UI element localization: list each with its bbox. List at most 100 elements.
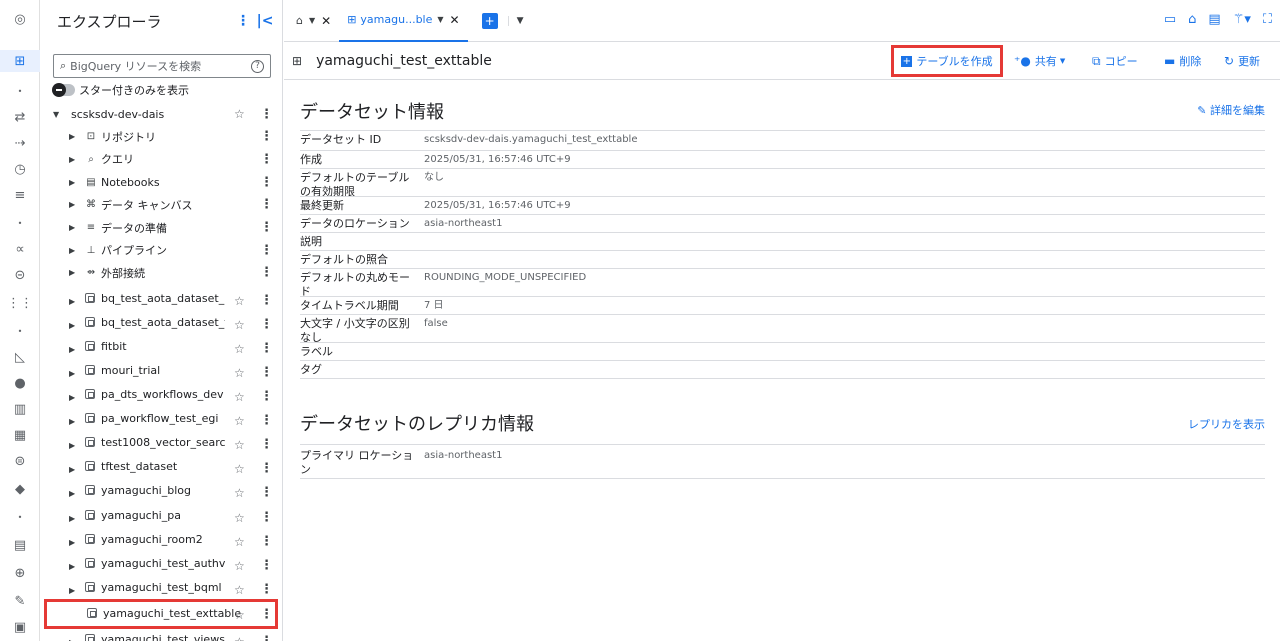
star-icon[interactable]: ☆: [234, 438, 245, 452]
chevron-right-icon[interactable]: ▶: [69, 514, 75, 523]
fullscreen-icon[interactable]: ⛶: [1263, 12, 1272, 27]
capacity-nav-icon[interactable]: ▥: [0, 398, 40, 420]
tree-item[interactable]: ▶ ⇴ 外部接続 ⋮: [41, 262, 283, 284]
pipelines-nav-icon[interactable]: ⇢: [0, 132, 40, 154]
chevron-right-icon[interactable]: ▶: [69, 417, 75, 426]
star-icon[interactable]: ☆: [234, 535, 245, 549]
monitoring-nav-icon[interactable]: ◺: [0, 346, 40, 368]
star-icon[interactable]: ☆: [234, 608, 245, 622]
more-icon[interactable]: ⋮: [260, 265, 273, 280]
more-icon[interactable]: ⋮: [260, 558, 273, 573]
chevron-right-icon[interactable]: ▶: [69, 538, 75, 547]
close-icon[interactable]: ✕: [450, 13, 460, 27]
magic-wand-icon[interactable]: ⚚▾: [1233, 12, 1251, 27]
more-icon[interactable]: ⋮: [260, 365, 273, 380]
dataset-row[interactable]: ▶ yamaguchi_room2 ☆ ⋮: [41, 529, 283, 551]
add-tab-button[interactable]: +: [481, 12, 498, 29]
dataset-row[interactable]: ▶ yamaguchi_test_authvi... ☆ ⋮: [41, 553, 283, 575]
delete-button[interactable]: ▬ 削除: [1164, 42, 1201, 80]
star-icon[interactable]: ☆: [234, 342, 245, 356]
selected-table-row[interactable]: yamaguchi_test_exttable ☆ ⋮: [44, 598, 278, 629]
explorer-more-icon[interactable]: ⋮: [232, 13, 254, 29]
chevron-down-icon[interactable]: ▼: [309, 16, 315, 25]
star-icon[interactable]: ☆: [234, 366, 245, 380]
more-icon[interactable]: ⋮: [260, 607, 273, 622]
dataset-row[interactable]: ▶ bq_test_aota_dataset_t... ☆ ⋮: [41, 312, 283, 334]
chevron-right-icon[interactable]: ▶: [69, 465, 75, 474]
star-icon[interactable]: ☆: [234, 511, 245, 525]
dataset-row[interactable]: ▶ tftest_dataset ☆ ⋮: [41, 456, 283, 478]
more-icon[interactable]: ⋮: [260, 152, 273, 167]
dataset-row[interactable]: ▶ yamaguchi_test_views ☆ ⋮: [41, 629, 283, 641]
star-icon[interactable]: ☆: [234, 107, 245, 121]
help-icon[interactable]: ?: [251, 59, 264, 73]
more-icon[interactable]: ⋮: [260, 534, 273, 549]
starred-only-toggle[interactable]: [52, 83, 75, 97]
dataset-row[interactable]: ▶ yamaguchi_test_bqml ☆ ⋮: [41, 577, 283, 599]
copy-button[interactable]: ⧉ コピー: [1092, 42, 1138, 80]
more-icon[interactable]: ⋮: [260, 220, 273, 235]
star-icon[interactable]: ☆: [234, 414, 245, 428]
star-icon[interactable]: ☆: [234, 486, 245, 500]
chevron-right-icon[interactable]: ▶: [69, 297, 75, 306]
tree-item[interactable]: ▶ ≡ データの準備 ⋮: [41, 217, 283, 239]
more-icon[interactable]: ⋮: [260, 293, 273, 308]
star-icon[interactable]: ☆: [234, 294, 245, 308]
dataset-row[interactable]: ▶ fitbit ☆ ⋮: [41, 336, 283, 358]
lock-nav-icon[interactable]: ⊝: [0, 264, 40, 286]
tree-item[interactable]: ▶ ⌘ データ キャンバス ⋮: [41, 194, 283, 216]
chevron-down-icon[interactable]: ▼: [437, 15, 443, 24]
edit-details-link[interactable]: ✎ 詳細を編集: [1197, 102, 1265, 118]
star-icon[interactable]: ☆: [234, 318, 245, 332]
panel-icon[interactable]: ▭: [1164, 12, 1176, 27]
filter-nav-icon[interactable]: ≡: [0, 184, 40, 206]
project-row[interactable]: ▼ scsksdv-dev-dais ☆ ⋮: [41, 103, 283, 125]
chevron-right-icon[interactable]: ▶: [69, 246, 75, 255]
grid-nav-icon[interactable]: ⋮⋮: [0, 292, 40, 314]
show-replicas-link[interactable]: レプリカを表示: [1188, 416, 1265, 432]
keyboard-icon[interactable]: ▤: [1208, 12, 1220, 27]
more-icon[interactable]: ⋮: [260, 582, 273, 597]
refresh-button[interactable]: ↻ 更新: [1224, 42, 1260, 80]
release-notes-nav-icon[interactable]: ▣: [0, 616, 40, 638]
history-nav-icon[interactable]: ◷: [0, 158, 40, 180]
more-icon[interactable]: ⋮: [260, 413, 273, 428]
transfers-nav-icon[interactable]: ⇄: [0, 106, 40, 128]
more-icon[interactable]: ⋮: [260, 461, 273, 476]
tab-dataset[interactable]: ⊞ yamagu...ble ▼ ✕: [339, 0, 468, 42]
bigquery-logo-icon[interactable]: ◎: [0, 8, 40, 30]
partner-nav-icon[interactable]: ⊕: [0, 562, 40, 584]
star-icon[interactable]: ☆: [234, 390, 245, 404]
chevron-right-icon[interactable]: ▶: [69, 178, 75, 187]
dataset-row[interactable]: ▶ yamaguchi_pa ☆ ⋮: [41, 505, 283, 527]
chevron-down-icon[interactable]: ▼: [507, 15, 524, 26]
more-icon[interactable]: ⋮: [260, 317, 273, 332]
tree-item[interactable]: ▶ ⌕ クエリ ⋮: [41, 148, 283, 170]
collapse-explorer-icon[interactable]: |<: [254, 13, 276, 29]
dataset-row[interactable]: ▶ pa_workflow_test_egi ☆ ⋮: [41, 408, 283, 430]
chevron-right-icon[interactable]: ▶: [69, 393, 75, 402]
share-nav-icon[interactable]: ∝: [0, 238, 40, 260]
sharing-nav-icon[interactable]: ⊜: [0, 450, 40, 472]
dataset-row[interactable]: ▶ test1008_vector_search ☆ ⋮: [41, 432, 283, 454]
chevron-right-icon[interactable]: ▶: [69, 223, 75, 232]
star-icon[interactable]: ☆: [234, 583, 245, 597]
more-icon[interactable]: ⋮: [260, 389, 273, 404]
star-icon[interactable]: ☆: [234, 635, 245, 641]
tree-item[interactable]: ▶ ⊡ リポジトリ ⋮: [41, 126, 283, 148]
tree-item[interactable]: ▶ ▤ Notebooks ⋮: [41, 171, 283, 193]
chevron-right-icon[interactable]: ▶: [69, 155, 75, 164]
chevron-right-icon[interactable]: ▶: [69, 268, 75, 277]
share-button[interactable]: ⁺● 共有 ▼: [1014, 42, 1065, 80]
compass-nav-icon[interactable]: ●: [0, 372, 40, 394]
chevron-right-icon[interactable]: ▶: [69, 586, 75, 595]
create-table-button[interactable]: + テーブルを作成: [891, 45, 1003, 77]
chevron-right-icon[interactable]: ▶: [69, 200, 75, 209]
more-icon[interactable]: ⋮: [260, 485, 273, 500]
chevron-right-icon[interactable]: ▶: [69, 441, 75, 450]
more-icon[interactable]: ⋮: [260, 634, 273, 641]
dataset-row[interactable]: ▶ yamaguchi_blog ☆ ⋮: [41, 480, 283, 502]
tools-nav-icon[interactable]: ✎: [0, 590, 40, 612]
chevron-right-icon[interactable]: ▶: [69, 562, 75, 571]
more-icon[interactable]: ⋮: [260, 510, 273, 525]
